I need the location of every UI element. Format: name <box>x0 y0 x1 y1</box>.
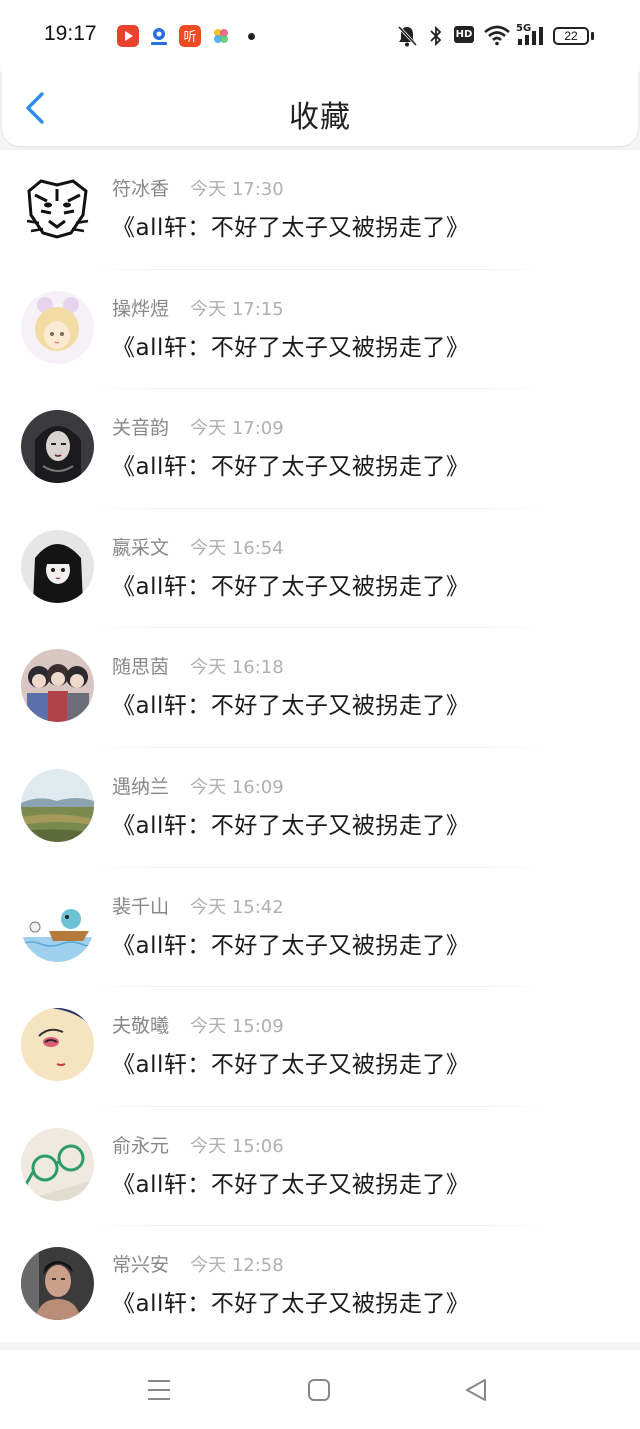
list-item[interactable]: 符冰香 今天 17:30 《all轩：不好了太子又被拐走了》 <box>0 150 640 270</box>
list-item[interactable]: 裴千山 今天 15:42 《all轩：不好了太子又被拐走了》 <box>0 868 640 988</box>
item-title[interactable]: 《all轩：不好了太子又被拐走了》 <box>112 926 469 960</box>
item-meta: 裴千山 今天 15:42 <box>112 892 284 918</box>
status-time: 19:17 <box>44 22 97 45</box>
notification-dot <box>248 33 255 40</box>
favorites-list: 符冰香 今天 17:30 《all轩：不好了太子又被拐走了》 操烨煜 今天 17… <box>0 150 640 1342</box>
item-meta: 随思茵 今天 16:18 <box>112 652 284 678</box>
item-title[interactable]: 《all轩：不好了太子又被拐走了》 <box>112 1045 469 1079</box>
avatar[interactable] <box>21 171 94 244</box>
item-title[interactable]: 《all轩：不好了太子又被拐走了》 <box>112 208 469 242</box>
painted-face-avatar-icon <box>21 1008 94 1082</box>
boat-cartoon-avatar-icon <box>21 888 94 962</box>
avatar[interactable] <box>21 649 94 723</box>
avatar[interactable] <box>21 410 94 484</box>
list-item[interactable]: 关音韵 今天 17:09 《all轩：不好了太子又被拐走了》 <box>0 389 640 509</box>
landscape-avatar-icon <box>21 768 94 842</box>
item-meta: 夫敬曦 今天 15:09 <box>112 1011 284 1037</box>
avatar[interactable] <box>21 1127 94 1201</box>
item-meta: 符冰香 今天 17:30 <box>112 174 284 200</box>
home-icon[interactable] <box>306 1377 332 1403</box>
hd-label: HD <box>455 29 473 40</box>
status-bar: 19:17 听 HD 5G 22 <box>0 0 640 72</box>
item-meta: 操烨煜 今天 17:15 <box>112 294 284 320</box>
timestamp: 今天 15:06 <box>190 1135 284 1157</box>
timestamp: 今天 16:54 <box>190 537 284 559</box>
list-item[interactable]: 嬴采文 今天 16:54 《all轩：不好了太子又被拐走了》 <box>0 509 640 629</box>
item-title[interactable]: 《all轩：不好了太子又被拐走了》 <box>112 806 469 840</box>
avatar[interactable] <box>21 768 94 842</box>
man-portrait-avatar-icon <box>21 1247 94 1321</box>
mute-icon <box>397 25 418 47</box>
item-title[interactable]: 《all轩：不好了太子又被拐走了》 <box>112 1284 469 1318</box>
dark-portrait-avatar-icon <box>21 410 94 484</box>
user-name: 符冰香 <box>112 178 170 200</box>
list-item[interactable]: 常兴安 今天 12:58 《all轩：不好了太子又被拐走了》 <box>0 1226 640 1346</box>
user-name: 操烨煜 <box>112 297 170 320</box>
item-meta: 关音韵 今天 17:09 <box>112 413 284 439</box>
timestamp: 今天 16:09 <box>190 776 284 798</box>
item-meta: 嬴采文 今天 16:54 <box>112 533 284 559</box>
avatar[interactable] <box>21 529 94 603</box>
header-bar: 收藏 <box>2 64 638 146</box>
user-name: 随思茵 <box>112 656 170 679</box>
bluetooth-icon <box>430 25 442 47</box>
timestamp: 今天 17:09 <box>190 418 284 440</box>
timestamp: 今天 16:18 <box>190 657 284 679</box>
list-item[interactable]: 俞永元 今天 15:06 《all轩：不好了太子又被拐走了》 <box>0 1107 640 1227</box>
item-title[interactable]: 《all轩：不好了太子又被拐走了》 <box>112 328 469 362</box>
timestamp: 今天 12:58 <box>190 1255 284 1277</box>
user-name: 遇纳兰 <box>112 775 170 798</box>
avatar[interactable] <box>21 1008 94 1082</box>
wifi-icon <box>484 25 510 46</box>
item-meta: 俞永元 今天 15:06 <box>112 1131 284 1157</box>
item-title[interactable]: 《all轩：不好了太子又被拐走了》 <box>112 1165 469 1199</box>
user-name: 夫敬曦 <box>112 1015 170 1038</box>
user-name: 俞永元 <box>112 1134 170 1157</box>
battery-indicator: 22 <box>553 27 589 45</box>
avatar[interactable] <box>21 290 94 364</box>
list-item[interactable]: 操烨煜 今天 17:15 《all轩：不好了太子又被拐走了》 <box>0 270 640 390</box>
black-hair-avatar-icon <box>21 529 94 603</box>
user-name: 裴千山 <box>112 895 170 918</box>
item-title[interactable]: 《all轩：不好了太子又被拐走了》 <box>112 567 469 601</box>
item-meta: 遇纳兰 今天 16:09 <box>112 772 284 798</box>
glasses-avatar-icon <box>21 1127 94 1201</box>
timestamp: 今天 17:15 <box>190 298 284 320</box>
user-name: 关音韵 <box>112 417 170 440</box>
item-title[interactable]: 《all轩：不好了太子又被拐走了》 <box>112 686 469 720</box>
list-item[interactable]: 随思茵 今天 16:18 《all轩：不好了太子又被拐走了》 <box>0 628 640 748</box>
battery-tip <box>591 32 594 40</box>
map-app-icon <box>148 25 170 47</box>
group-photo-avatar-icon <box>21 649 94 723</box>
page-title: 收藏 <box>289 100 351 135</box>
user-name: 常兴安 <box>112 1254 170 1277</box>
svg-text:听: 听 <box>183 30 196 45</box>
user-name: 嬴采文 <box>112 536 170 559</box>
anime-girl-avatar-icon <box>21 290 94 364</box>
signal-5g-icon <box>518 27 543 45</box>
avatar[interactable] <box>21 888 94 962</box>
video-app-icon <box>117 25 139 47</box>
system-nav-bar <box>0 1350 640 1429</box>
item-title[interactable]: 《all轩：不好了太子又被拐走了》 <box>112 447 469 481</box>
list-item[interactable]: 夫敬曦 今天 15:09 《all轩：不好了太子又被拐走了》 <box>0 987 640 1107</box>
timestamp: 今天 15:09 <box>190 1016 284 1038</box>
item-meta: 常兴安 今天 12:58 <box>112 1250 284 1276</box>
timestamp: 今天 15:42 <box>190 896 284 918</box>
timestamp: 今天 17:30 <box>190 179 284 200</box>
listen-app-icon: 听 <box>179 25 201 47</box>
tiger-avatar-icon <box>21 171 94 244</box>
back-triangle-icon[interactable] <box>463 1377 489 1403</box>
menu-icon[interactable] <box>146 1377 172 1403</box>
avatar[interactable] <box>21 1247 94 1321</box>
photos-app-icon <box>210 25 232 47</box>
list-item[interactable]: 遇纳兰 今天 16:09 《all轩：不好了太子又被拐走了》 <box>0 748 640 868</box>
